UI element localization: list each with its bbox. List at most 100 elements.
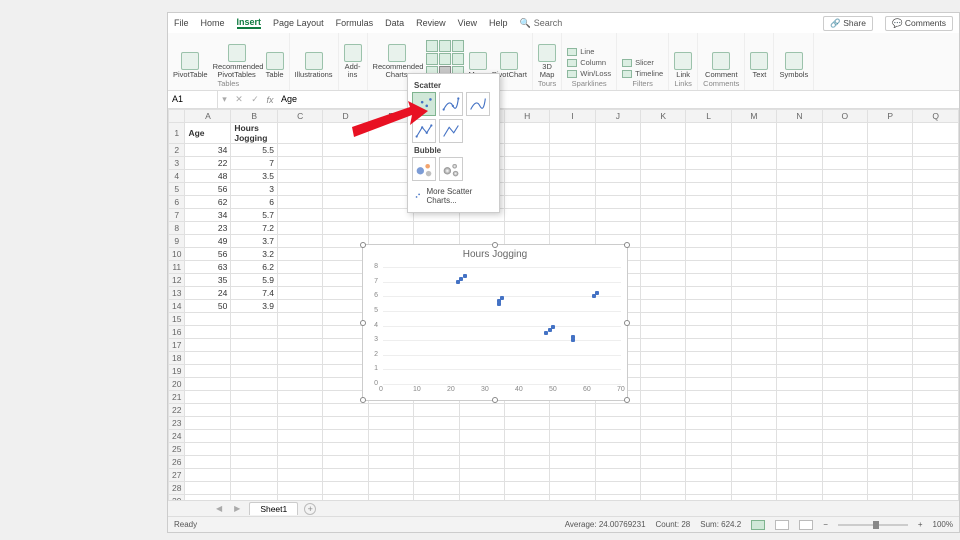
cell-C8[interactable] <box>278 222 323 235</box>
cell-O24[interactable] <box>822 430 867 443</box>
cell-O14[interactable] <box>822 300 867 313</box>
cell-J1[interactable] <box>595 123 640 144</box>
data-point[interactable] <box>551 325 555 329</box>
cell-N10[interactable] <box>777 248 822 261</box>
tab-pagelayout[interactable]: Page Layout <box>273 18 324 28</box>
cell-L18[interactable] <box>686 352 731 365</box>
cell-N14[interactable] <box>777 300 822 313</box>
cell-F22[interactable] <box>414 404 459 417</box>
cell-L11[interactable] <box>686 261 731 274</box>
cell-M3[interactable] <box>731 157 776 170</box>
bubble-option-2d[interactable] <box>412 157 436 181</box>
cell-B13[interactable]: 7.4 <box>231 287 278 300</box>
cell-A18[interactable] <box>185 352 231 365</box>
cell-I29[interactable] <box>550 495 595 501</box>
cell-K13[interactable] <box>641 287 686 300</box>
cell-M18[interactable] <box>731 352 776 365</box>
cell-Q7[interactable] <box>913 209 959 222</box>
cell-H25[interactable] <box>505 443 550 456</box>
zoom-in-button[interactable]: + <box>918 520 923 529</box>
cell-E22[interactable] <box>368 404 413 417</box>
cell-C26[interactable] <box>278 456 323 469</box>
cell-O3[interactable] <box>822 157 867 170</box>
cell-L16[interactable] <box>686 326 731 339</box>
cell-Q4[interactable] <box>913 170 959 183</box>
cell-K2[interactable] <box>641 144 686 157</box>
cell-L13[interactable] <box>686 287 731 300</box>
cell-K11[interactable] <box>641 261 686 274</box>
cell-C18[interactable] <box>278 352 323 365</box>
cell-I24[interactable] <box>550 430 595 443</box>
cell-J22[interactable] <box>595 404 640 417</box>
zoom-level[interactable]: 100% <box>933 520 953 529</box>
col-header-J[interactable]: J <box>595 110 640 123</box>
cell-B26[interactable] <box>231 456 278 469</box>
cell-J24[interactable] <box>595 430 640 443</box>
cell-M22[interactable] <box>731 404 776 417</box>
illustrations-button[interactable]: Illustrations <box>295 52 333 79</box>
cell-B7[interactable]: 5.7 <box>231 209 278 222</box>
cell-M4[interactable] <box>731 170 776 183</box>
cell-G25[interactable] <box>459 443 504 456</box>
cell-Q10[interactable] <box>913 248 959 261</box>
cell-J25[interactable] <box>595 443 640 456</box>
cell-N6[interactable] <box>777 196 822 209</box>
cell-I23[interactable] <box>550 417 595 430</box>
cell-F26[interactable] <box>414 456 459 469</box>
cell-I22[interactable] <box>550 404 595 417</box>
cell-C13[interactable] <box>278 287 323 300</box>
cell-I6[interactable] <box>550 196 595 209</box>
cell-P3[interactable] <box>868 157 913 170</box>
sheet-tab-1[interactable]: Sheet1 <box>249 502 298 515</box>
embedded-chart[interactable]: Hours Jogging 012345678010203040506070 <box>362 244 628 401</box>
cell-N19[interactable] <box>777 365 822 378</box>
cell-L3[interactable] <box>686 157 731 170</box>
cell-M9[interactable] <box>731 235 776 248</box>
col-header-N[interactable]: N <box>777 110 822 123</box>
cell-A6[interactable]: 62 <box>185 196 231 209</box>
cell-K15[interactable] <box>641 313 686 326</box>
cell-K26[interactable] <box>641 456 686 469</box>
cell-K20[interactable] <box>641 378 686 391</box>
cell-B12[interactable]: 5.9 <box>231 274 278 287</box>
row-header-21[interactable]: 21 <box>169 391 185 404</box>
cell-K9[interactable] <box>641 235 686 248</box>
cell-I2[interactable] <box>550 144 595 157</box>
cell-K6[interactable] <box>641 196 686 209</box>
cell-K1[interactable] <box>641 123 686 144</box>
name-box[interactable]: A1 <box>168 91 218 108</box>
cell-D22[interactable] <box>323 404 368 417</box>
scatter-option-straight-markers[interactable] <box>412 119 436 143</box>
cell-P1[interactable] <box>868 123 913 144</box>
cell-H3[interactable] <box>505 157 550 170</box>
cell-A27[interactable] <box>185 469 231 482</box>
cell-Q21[interactable] <box>913 391 959 404</box>
cell-B24[interactable] <box>231 430 278 443</box>
cell-N5[interactable] <box>777 183 822 196</box>
sparkline-winloss-button[interactable]: Win/Loss <box>567 69 611 78</box>
symbols-button[interactable]: Symbols <box>779 52 808 79</box>
cell-P20[interactable] <box>868 378 913 391</box>
cell-Q18[interactable] <box>913 352 959 365</box>
cell-A28[interactable] <box>185 482 231 495</box>
cell-D26[interactable] <box>323 456 368 469</box>
cell-O4[interactable] <box>822 170 867 183</box>
cell-E25[interactable] <box>368 443 413 456</box>
cell-M26[interactable] <box>731 456 776 469</box>
cell-D25[interactable] <box>323 443 368 456</box>
row-header-27[interactable]: 27 <box>169 469 185 482</box>
cell-K23[interactable] <box>641 417 686 430</box>
cell-O13[interactable] <box>822 287 867 300</box>
tab-help[interactable]: Help <box>489 18 508 28</box>
cell-P4[interactable] <box>868 170 913 183</box>
scatter-option-markers[interactable] <box>412 92 436 116</box>
cell-Q11[interactable] <box>913 261 959 274</box>
cell-G23[interactable] <box>459 417 504 430</box>
chart-plot-area[interactable]: 012345678010203040506070 <box>383 267 619 382</box>
cell-D7[interactable] <box>323 209 368 222</box>
cell-Q14[interactable] <box>913 300 959 313</box>
cell-N2[interactable] <box>777 144 822 157</box>
cell-J27[interactable] <box>595 469 640 482</box>
row-header-6[interactable]: 6 <box>169 196 185 209</box>
cell-M29[interactable] <box>731 495 776 501</box>
